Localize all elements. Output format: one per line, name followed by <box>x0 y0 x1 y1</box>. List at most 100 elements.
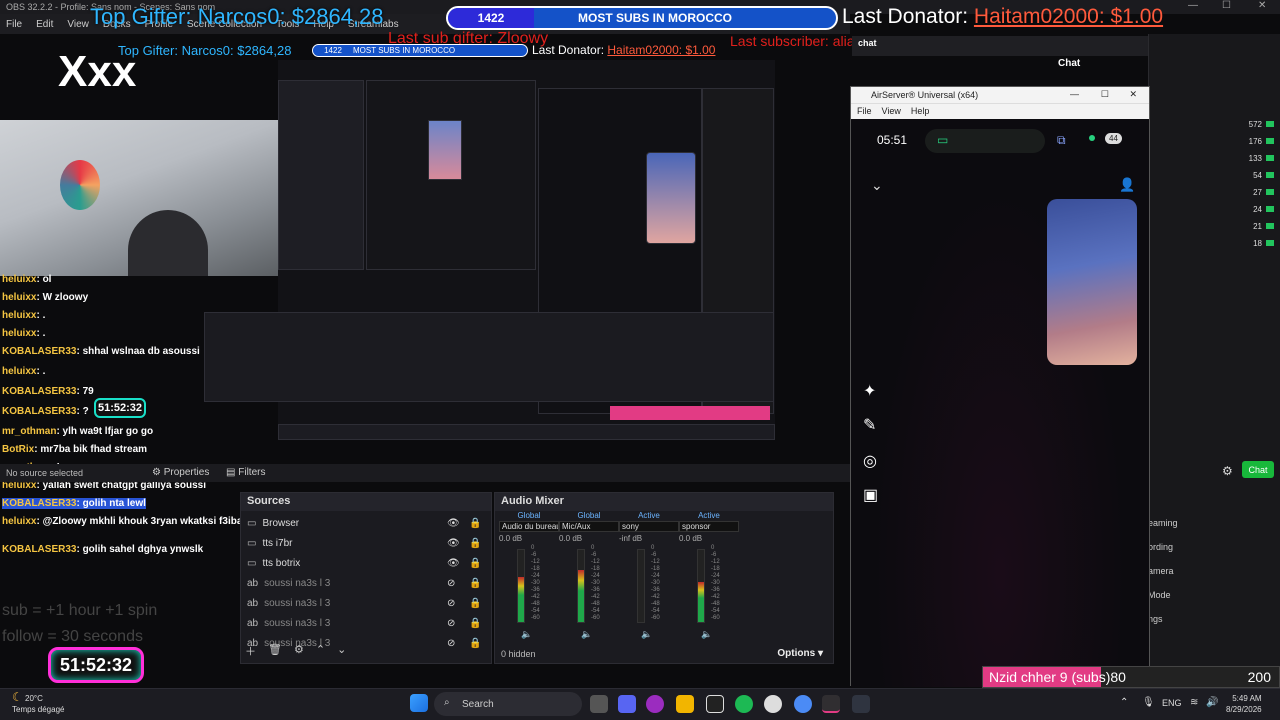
source-row[interactable]: ab soussi na3s l 3 ⊘ 🔒 <box>247 573 485 593</box>
speaker-icon[interactable]: 🔈 <box>641 629 652 640</box>
tray-chevron-icon[interactable]: ⌃ <box>1120 697 1128 708</box>
windows-start-icon[interactable] <box>410 694 428 712</box>
viewer-number: 18 <box>1253 239 1262 248</box>
visibility-eye-icon[interactable]: ⊘ <box>447 598 455 609</box>
control-button[interactable]: Mode <box>1148 590 1248 600</box>
viewer-number: 27 <box>1253 188 1262 197</box>
screen-share-pill[interactable]: ▭ <box>925 129 1045 153</box>
menu-file[interactable]: File <box>6 19 22 30</box>
mixer-options-button[interactable]: Options ▾ <box>777 648 823 659</box>
chat-message: heluixx: . <box>2 310 45 321</box>
visibility-eye-icon[interactable]: ⊘ <box>447 638 455 649</box>
channel-select[interactable]: sponsor <box>679 521 739 532</box>
move-down-icon[interactable]: ⌄ <box>337 643 346 659</box>
mini-donator-label: Last Donator: <box>532 43 605 57</box>
as-menu-help[interactable]: Help <box>911 106 930 117</box>
move-up-icon[interactable]: ⌃ <box>316 643 325 659</box>
speaker-icon[interactable]: 🔈 <box>521 629 532 640</box>
tiktok-icon[interactable] <box>706 695 724 713</box>
maximize-icon[interactable]: ☐ <box>1222 0 1231 11</box>
volume-meter[interactable] <box>517 549 525 623</box>
file-explorer-icon[interactable] <box>676 695 694 713</box>
control-button[interactable]: ngs <box>1148 614 1248 624</box>
opera-icon[interactable] <box>646 695 664 713</box>
weather-widget[interactable]: ☾ 20°C Temps dégagé <box>12 691 64 715</box>
volume-meter[interactable] <box>697 549 705 623</box>
properties-button[interactable]: ⚙ Properties <box>152 467 209 478</box>
lock-icon[interactable]: 🔒 <box>469 538 481 549</box>
visibility-eye-icon[interactable]: 👁 <box>447 538 460 549</box>
airserver-taskbar-icon[interactable] <box>852 695 870 713</box>
taskbar-search[interactable]: ⌕ Search <box>434 692 582 716</box>
chrome-icon[interactable] <box>794 695 812 713</box>
close-icon[interactable]: ✕ <box>1258 0 1266 11</box>
as-maximize-icon[interactable]: ☐ <box>1101 89 1109 100</box>
menu-edit[interactable]: Edit <box>36 19 53 30</box>
minimize-icon[interactable]: — <box>1188 0 1198 11</box>
volume-meter[interactable] <box>577 549 585 623</box>
as-menu-view[interactable]: View <box>882 106 901 117</box>
control-button[interactable]: eaming <box>1148 518 1248 528</box>
speaker-icon[interactable]: 🔈 <box>701 629 712 640</box>
settings-gear-icon[interactable]: ⚙ <box>1222 464 1233 478</box>
control-button[interactable]: ording <box>1148 542 1248 552</box>
chat-overlay: heluixx: ol heluixx: W zloowy heluixx: . he… <box>0 268 266 648</box>
remove-source-icon[interactable]: 🗑 <box>268 643 282 659</box>
visibility-eye-icon[interactable]: 👁 <box>447 558 460 569</box>
channel-select[interactable]: sony <box>619 521 679 532</box>
as-menu-file[interactable]: File <box>857 106 872 117</box>
chat-button[interactable]: Chat <box>1242 461 1274 478</box>
nested-phone <box>428 120 462 180</box>
green-badge-icon <box>1266 172 1274 178</box>
menu-view[interactable]: View <box>67 19 89 30</box>
obs-taskbar-icon[interactable] <box>822 695 840 713</box>
source-row[interactable]: ▭ tts botrix 👁 🔒 <box>247 553 485 573</box>
task-view-icon[interactable] <box>590 695 608 713</box>
lock-icon[interactable]: 🔒 <box>469 518 481 529</box>
source-row[interactable]: ab soussi na3s l 3 ⊘ 🔒 <box>247 593 485 613</box>
as-close-icon[interactable]: ✕ <box>1129 89 1137 100</box>
volume-meter[interactable] <box>637 549 645 623</box>
source-row[interactable]: ▭ tts i7br 👁 🔒 <box>247 533 485 553</box>
source-row[interactable]: ab soussi na3s l 3 ⊘ 🔒 <box>247 613 485 633</box>
lock-icon[interactable]: 🔒 <box>469 638 481 649</box>
lock-icon[interactable]: 🔒 <box>469 558 481 569</box>
wifi-icon[interactable]: ≋ <box>1190 697 1198 708</box>
spotify-icon[interactable] <box>735 695 753 713</box>
pen-icon[interactable]: ✎ <box>863 415 876 435</box>
chat-text: : ? <box>76 406 89 417</box>
volume-icon[interactable]: 🔊 <box>1206 697 1218 708</box>
clock[interactable]: 5:49 AM 8/29/2026 <box>1226 693 1262 715</box>
microphone-icon[interactable]: 🎙 <box>1142 697 1155 708</box>
multi-window-icon[interactable]: ⧉ <box>1057 133 1066 148</box>
source-row[interactable]: ▭ Browser 👁 🔒 <box>247 513 485 533</box>
chatgpt-icon[interactable] <box>764 695 782 713</box>
timer-big: 51:52:32 <box>48 647 144 683</box>
language-indicator[interactable]: ENG <box>1162 698 1182 708</box>
as-minimize-icon[interactable]: — <box>1070 89 1079 99</box>
lock-icon[interactable]: 🔒 <box>469 578 481 589</box>
lock-icon[interactable]: 🔒 <box>469 618 481 629</box>
visibility-eye-icon[interactable]: ⊘ <box>447 618 455 629</box>
lock-icon[interactable]: 🔒 <box>469 598 481 609</box>
person-icon[interactable]: 👤 <box>1119 177 1135 193</box>
chat-text: : 79 <box>76 386 94 397</box>
sparkle-icon[interactable]: ✦ <box>863 381 876 401</box>
last-donator-label: Last Donator: <box>842 5 969 28</box>
streamer-figure <box>128 210 208 276</box>
channel-select[interactable]: Audio du bureau <box>499 521 559 532</box>
channel-select[interactable]: Mic/Aux <box>559 521 619 532</box>
image-edit-icon[interactable]: ▣ <box>863 485 878 505</box>
add-source-icon[interactable]: ＋ <box>245 643 256 659</box>
speaker-icon[interactable]: 🔈 <box>581 629 592 640</box>
palette-icon[interactable]: ◎ <box>863 451 877 471</box>
visibility-eye-icon[interactable]: ⊘ <box>447 578 455 589</box>
visibility-eye-icon[interactable]: 👁 <box>447 518 460 529</box>
source-settings-icon[interactable]: ⚙ <box>294 643 304 659</box>
db-tick: -36 <box>531 587 540 593</box>
discord-icon[interactable] <box>618 695 636 713</box>
chevron-down-icon[interactable]: ⌄ <box>871 177 883 194</box>
db-tick: -18 <box>531 566 540 572</box>
filters-button[interactable]: ▤ Filters <box>226 467 265 478</box>
control-button[interactable]: amera <box>1148 566 1248 576</box>
